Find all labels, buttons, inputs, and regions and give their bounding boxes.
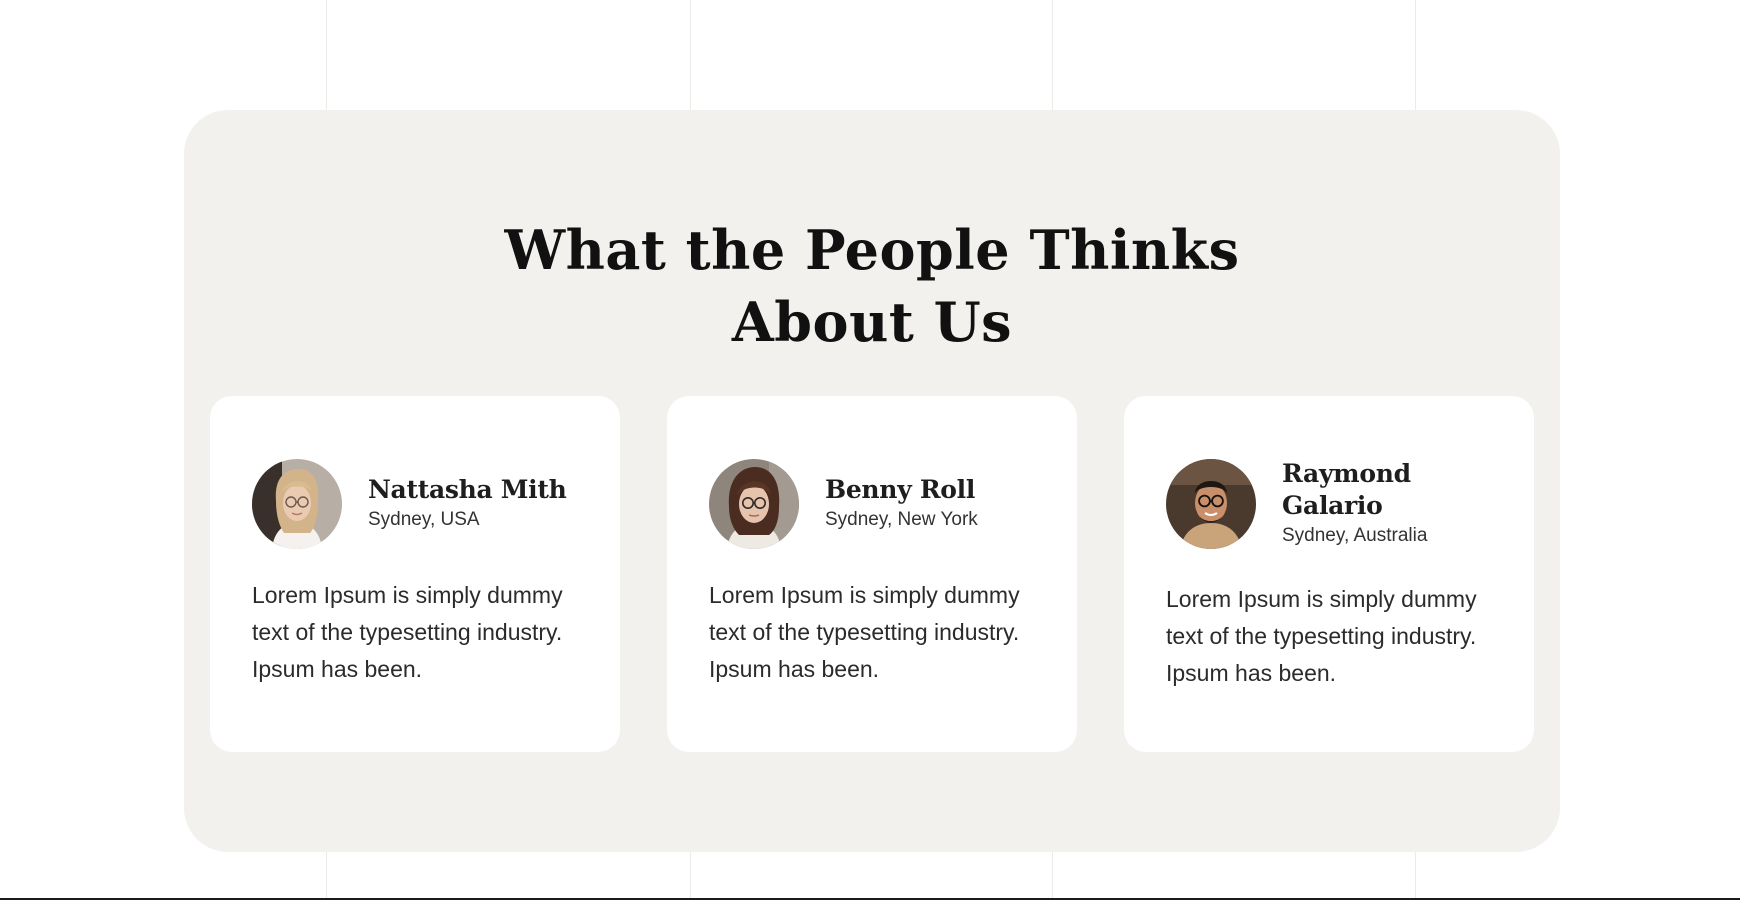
testimonial-author: Raymond Galario Sydney, Australia (1282, 458, 1442, 550)
author-name: Raymond Galario (1282, 459, 1411, 520)
section-heading-line-2: About Us (731, 290, 1013, 354)
testimonial-card: Raymond Galario Sydney, Australia Lorem … (1124, 396, 1534, 752)
testimonial-header: Nattasha Mith Sydney, USA (252, 459, 590, 549)
testimonial-header: Benny Roll Sydney, New York (709, 459, 1047, 549)
avatar-portrait-man-beard-glasses (1166, 459, 1256, 549)
author-name: Nattasha Mith (368, 475, 567, 504)
testimonial-card: Nattasha Mith Sydney, USA Lorem Ipsum is… (210, 396, 620, 752)
testimonial-quote: Lorem Ipsum is simply dummy text of the … (709, 582, 1020, 682)
author-location: Sydney, USA (368, 509, 480, 530)
section-heading: What the People Thinks About Us (184, 214, 1560, 358)
avatar-portrait-woman-blonde-glasses (252, 459, 342, 549)
testimonial-author: Benny Roll Sydney, New York (825, 474, 978, 534)
testimonials-section: What the People Thinks About Us Nattasha… (184, 110, 1560, 852)
testimonial-header: Raymond Galario Sydney, Australia (1166, 452, 1504, 556)
testimonial-author: Nattasha Mith Sydney, USA (368, 474, 567, 534)
testimonial-quote: Lorem Ipsum is simply dummy text of the … (1166, 586, 1477, 686)
author-location: Sydney, Australia (1282, 525, 1428, 546)
testimonial-cards: Nattasha Mith Sydney, USA Lorem Ipsum is… (210, 396, 1534, 752)
author-location: Sydney, New York (825, 509, 978, 530)
testimonial-card: Benny Roll Sydney, New York Lorem Ipsum … (667, 396, 1077, 752)
author-name: Benny Roll (825, 475, 976, 504)
testimonial-quote: Lorem Ipsum is simply dummy text of the … (252, 582, 563, 682)
avatar-portrait-woman-brunette-glasses (709, 459, 799, 549)
section-heading-line-1: What the People Thinks (504, 218, 1240, 282)
